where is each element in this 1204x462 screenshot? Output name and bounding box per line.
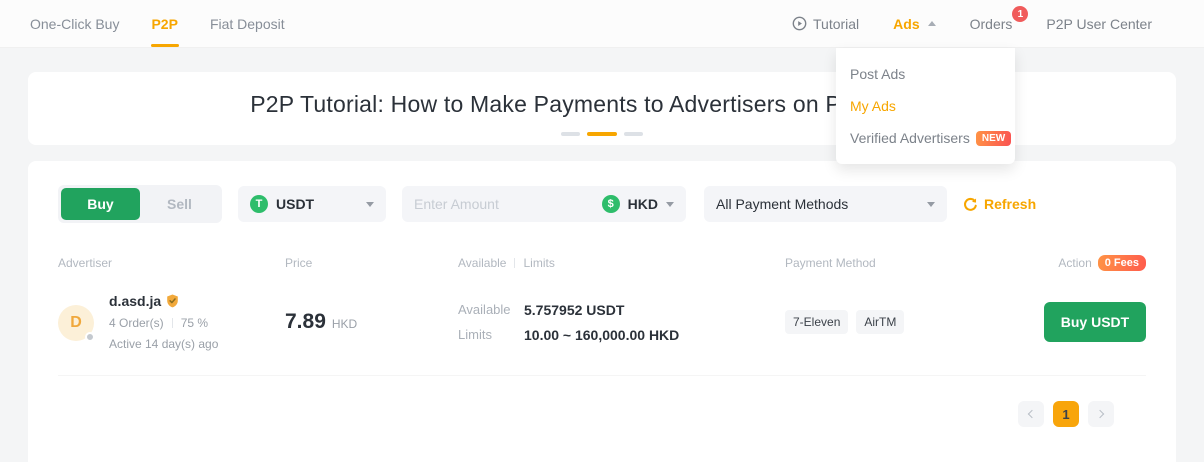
carousel-dot[interactable] — [624, 132, 643, 136]
advertiser-stats: 4 Order(s) 75 % — [109, 316, 218, 330]
header-separator — [514, 258, 515, 268]
buy-usdt-button[interactable]: Buy USDT — [1044, 302, 1146, 342]
advertiser-info: d.asd.ja 4 Order(s) 75 % Active 14 day(s… — [109, 293, 218, 351]
amount-input[interactable] — [414, 196, 594, 212]
nav-actions: Tutorial Ads Orders 1 P2P User Center — [792, 0, 1152, 47]
stats-separator — [172, 318, 173, 328]
p2p-trading-page: One-Click Buy P2P Fiat Deposit Tutorial … — [0, 0, 1204, 462]
amount-filter: $ HKD — [402, 186, 686, 222]
header-payment-method: Payment Method — [785, 256, 1000, 270]
ads-menu-trigger[interactable]: Ads — [893, 0, 935, 47]
orders-link[interactable]: Orders 1 — [970, 0, 1013, 47]
price-currency: HKD — [332, 317, 357, 331]
header-action-label: Action — [1058, 256, 1091, 270]
new-badge: NEW — [976, 131, 1011, 146]
fiat-select-value: HKD — [628, 196, 658, 212]
tab-fiat-deposit[interactable]: Fiat Deposit — [210, 0, 285, 47]
orders-label: Orders — [970, 16, 1013, 32]
page-1-button[interactable]: 1 — [1053, 401, 1079, 427]
advertiser-cell: D d.asd.ja 4 Order(s) — [58, 293, 285, 351]
tab-p2p-label: P2P — [151, 16, 177, 32]
limits-label: Limits — [458, 327, 524, 342]
action-cell: Buy USDT — [1000, 302, 1146, 342]
menu-item-verified-advertisers[interactable]: Verified Advertisers NEW — [836, 122, 1015, 154]
avatar-letter: D — [70, 314, 82, 332]
tutorial-link[interactable]: Tutorial — [792, 0, 859, 47]
top-nav: One-Click Buy P2P Fiat Deposit Tutorial … — [0, 0, 1204, 48]
header-limits: Limits — [523, 256, 554, 270]
chevron-left-icon — [1028, 410, 1036, 418]
completion-rate: 75 % — [181, 316, 208, 330]
carousel-dots — [561, 132, 643, 136]
filter-bar: Buy Sell T USDT $ HKD — [58, 185, 1146, 223]
chevron-down-icon — [666, 202, 674, 207]
tutorial-label: Tutorial — [813, 16, 859, 32]
menu-item-post-ads[interactable]: Post Ads — [836, 58, 1015, 90]
carousel-dot[interactable] — [561, 132, 580, 136]
chevron-down-icon — [927, 202, 935, 207]
tab-p2p[interactable]: P2P — [151, 0, 177, 47]
prev-page-button[interactable] — [1018, 401, 1044, 427]
dollar-coin-icon: $ — [602, 195, 620, 213]
payment-tag: 7-Eleven — [785, 310, 848, 334]
verified-advertisers-label: Verified Advertisers — [850, 130, 970, 146]
advertiser-name-link[interactable]: d.asd.ja — [109, 293, 218, 309]
available-amount: 5.757952 USDT — [524, 302, 624, 318]
limits-line: Limits 10.00 ~ 160,000.00 HKD — [458, 327, 785, 343]
available-label: Available — [458, 302, 524, 317]
price-value: 7.89 — [285, 310, 326, 334]
carousel-dot-active[interactable] — [587, 132, 617, 136]
payment-methods-cell: 7-Eleven AirTM — [785, 310, 1000, 334]
limits-range: 10.00 ~ 160,000.00 HKD — [524, 327, 679, 343]
order-count: 4 Order(s) — [109, 316, 164, 330]
available-line: Available 5.757952 USDT — [458, 302, 785, 318]
header-available: Available — [458, 256, 506, 270]
crypto-select-value: USDT — [276, 196, 314, 212]
advertiser-name: d.asd.ja — [109, 293, 161, 309]
payment-method-select-value: All Payment Methods — [716, 196, 848, 212]
ads-dropdown-menu: Post Ads My Ads Verified Advertisers NEW — [836, 48, 1015, 164]
price-cell: 7.89 HKD — [285, 310, 458, 334]
ads-label: Ads — [893, 16, 919, 32]
play-circle-icon — [792, 16, 807, 31]
verified-badge-icon — [166, 294, 179, 308]
nav-tabs: One-Click Buy P2P Fiat Deposit — [30, 0, 285, 47]
usdt-icon: T — [250, 195, 268, 213]
active-tab-underline — [151, 44, 179, 47]
refresh-icon — [963, 197, 978, 212]
next-page-button[interactable] — [1088, 401, 1114, 427]
payment-method-select[interactable]: All Payment Methods — [704, 186, 947, 222]
header-price: Price — [285, 256, 458, 270]
offer-row: D d.asd.ja 4 Order(s) — [58, 293, 1146, 376]
refresh-button[interactable]: Refresh — [963, 196, 1036, 212]
pagination: 1 — [58, 401, 1146, 427]
buy-toggle-button[interactable]: Buy — [61, 188, 140, 220]
chevron-down-icon — [366, 202, 374, 207]
page-content: P2P Tutorial: How to Make Payments to Ad… — [0, 48, 1204, 462]
table-header: Advertiser Price Available Limits Paymen… — [58, 255, 1146, 271]
header-available-limits: Available Limits — [458, 256, 785, 270]
p2p-user-center-link[interactable]: P2P User Center — [1046, 0, 1152, 47]
fiat-select[interactable]: $ HKD — [602, 195, 674, 213]
chevron-up-icon — [928, 21, 936, 26]
header-advertiser: Advertiser — [58, 256, 285, 270]
avatar[interactable]: D — [58, 305, 94, 341]
header-action: Action 0 Fees — [1000, 255, 1146, 271]
available-limits-cell: Available 5.757952 USDT Limits 10.00 ~ 1… — [458, 302, 785, 343]
offline-status-dot — [85, 332, 95, 342]
tab-one-click-buy[interactable]: One-Click Buy — [30, 0, 119, 47]
chevron-right-icon — [1096, 410, 1104, 418]
buy-sell-toggle: Buy Sell — [58, 185, 222, 223]
orders-count-badge: 1 — [1012, 6, 1028, 22]
menu-item-my-ads[interactable]: My Ads — [836, 90, 1015, 122]
crypto-select[interactable]: T USDT — [238, 186, 386, 222]
offers-card: Buy Sell T USDT $ HKD — [28, 161, 1176, 462]
refresh-label: Refresh — [984, 196, 1036, 212]
payment-tag: AirTM — [856, 310, 904, 334]
zero-fees-badge: 0 Fees — [1098, 255, 1146, 271]
sell-toggle-button[interactable]: Sell — [140, 188, 219, 220]
last-active-status: Active 14 day(s) ago — [109, 337, 218, 351]
